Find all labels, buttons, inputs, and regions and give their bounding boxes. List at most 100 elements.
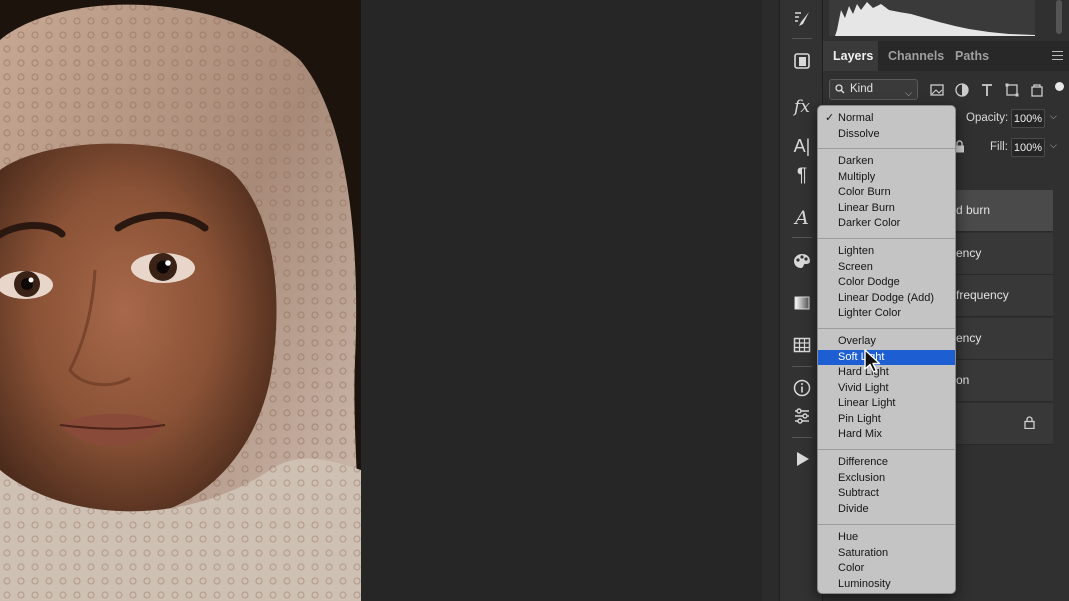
histogram-scrollbar[interactable] — [1056, 0, 1062, 34]
blend-mode-item[interactable]: Luminosity — [818, 577, 955, 593]
libraries-icon[interactable] — [780, 46, 824, 76]
menu-separator — [818, 448, 955, 450]
fill-input[interactable]: 100% — [1011, 138, 1045, 157]
opacity-label: Opacity: — [966, 112, 1009, 124]
blend-mode-label: Luminosity — [838, 577, 891, 590]
blend-mode-label: Normal — [838, 112, 874, 124]
shape-filter-icon[interactable] — [1004, 82, 1020, 98]
blend-mode-item[interactable]: Hard Light — [818, 365, 955, 381]
strip-divider — [792, 366, 812, 367]
opacity-input[interactable]: 100% — [1011, 109, 1045, 128]
blend-mode-item[interactable]: Subtract — [818, 486, 955, 502]
menu-separator — [818, 523, 955, 525]
blend-mode-dropdown-menu: ✓ Normal Dissolve Darken Multiply Color Burn L… — [817, 105, 956, 594]
blend-mode-label: Lighter Color — [838, 307, 901, 319]
checkmark-icon: ✓ — [825, 112, 835, 124]
search-icon — [835, 84, 845, 94]
filter-toggle-icon[interactable] — [1055, 82, 1064, 91]
layer-name: d burn — [956, 203, 991, 217]
document-canvas[interactable] — [0, 0, 762, 601]
filter-kind-label: Kind — [850, 83, 874, 95]
tab-channels[interactable]: Channels — [878, 41, 954, 71]
fill-control: Fill: 100% ⌵ — [949, 137, 1069, 159]
blend-mode-label: Dissolve — [838, 127, 880, 140]
blend-mode-label: Color Dodge — [838, 276, 900, 288]
layer-name: frequency — [956, 288, 1009, 302]
panel-tabs: Layers Channels Paths — [823, 41, 1069, 71]
adjustment-filter-icon[interactable] — [954, 82, 970, 98]
blend-mode-label: Subtract — [838, 487, 879, 499]
blend-mode-label: Linear Light — [838, 397, 896, 409]
blend-mode-label: Overlay — [838, 335, 876, 347]
blend-mode-item[interactable]: Multiply — [818, 170, 955, 186]
menu-separator — [818, 237, 955, 239]
blend-mode-label: Hard Mix — [838, 428, 883, 440]
filter-kind-select[interactable]: Kind ⌵ — [829, 79, 918, 100]
blend-mode-label: Multiply — [838, 170, 876, 183]
strip-divider — [792, 437, 812, 438]
blend-mode-item[interactable]: Divide — [818, 502, 955, 518]
blend-mode-item[interactable]: Dissolve — [818, 127, 955, 143]
smart-object-filter-icon[interactable] — [1029, 82, 1045, 98]
pixel-filter-icon[interactable] — [929, 82, 945, 98]
brush-settings-icon[interactable] — [780, 4, 824, 34]
strip-divider — [792, 237, 812, 238]
blend-mode-label: Screen — [838, 260, 873, 273]
blend-mode-item[interactable]: Screen — [818, 260, 955, 276]
blend-mode-label: Linear Burn — [838, 201, 895, 214]
portrait-photo — [0, 0, 361, 601]
tab-paths[interactable]: Paths — [945, 41, 999, 71]
panel-menu-icon[interactable] — [1052, 51, 1063, 60]
layer-name: ency — [956, 246, 982, 260]
blend-mode-label: Color Burn — [838, 186, 891, 198]
blend-mode-item[interactable]: Linear Dodge (Add) — [818, 291, 955, 307]
blend-mode-item[interactable]: ✓ Normal — [818, 111, 955, 127]
blend-mode-label: Linear Dodge (Add) — [838, 291, 935, 304]
blend-mode-item[interactable]: Darken — [818, 154, 955, 170]
blend-mode-label: Darken — [838, 155, 874, 167]
blend-mode-item[interactable]: Color Burn — [818, 185, 955, 201]
histogram — [829, 0, 1035, 36]
blend-mode-label: Hue — [838, 531, 859, 543]
blend-mode-item[interactable]: Hue — [818, 530, 955, 546]
blend-mode-item[interactable]: Difference — [818, 455, 955, 471]
blend-mode-item[interactable]: Lighten — [818, 244, 955, 260]
layer-name: on — [956, 373, 970, 387]
mouse-pointer-icon — [864, 349, 881, 373]
opacity-control: ⌵ Opacity: 100% ⌵ — [949, 108, 1069, 130]
blend-mode-item[interactable]: Darker Color — [818, 216, 955, 232]
blend-mode-item[interactable]: Color — [818, 561, 955, 577]
blend-mode-item[interactable]: Vivid Light — [818, 381, 955, 397]
blend-mode-item[interactable]: Linear Light — [818, 396, 955, 412]
blend-mode-label: Lighten — [838, 245, 875, 257]
blend-mode-item[interactable]: Color Dodge — [818, 275, 955, 291]
layer-filter-row: Kind ⌵ — [823, 76, 1069, 104]
blend-mode-label: Darker Color — [838, 217, 901, 229]
blend-mode-item[interactable]: Saturation — [818, 546, 955, 562]
blend-mode-item[interactable]: Lighter Color — [818, 306, 955, 322]
layer-name: ency — [956, 331, 982, 345]
blend-mode-item[interactable]: Exclusion — [818, 471, 955, 487]
fill-label: Fill: — [990, 141, 1008, 153]
strip-divider — [792, 38, 812, 39]
blend-mode-label: Pin Light — [838, 412, 881, 425]
blend-mode-label: Vivid Light — [838, 381, 889, 394]
opacity-slider-chevron-icon[interactable]: ⌵ — [1050, 111, 1057, 122]
chevron-down-icon: ⌵ — [905, 88, 912, 98]
blend-mode-item[interactable]: Soft Light — [818, 349, 955, 365]
histogram-graph — [829, 2, 1035, 36]
blend-mode-item[interactable]: Hard Mix — [818, 427, 955, 443]
background-lock-icon — [1024, 416, 1035, 432]
blend-mode-label: Saturation — [838, 546, 889, 559]
tab-layers[interactable]: Layers — [823, 41, 878, 71]
blend-mode-item[interactable]: Pin Light — [818, 412, 955, 428]
type-filter-icon[interactable] — [979, 82, 995, 98]
blend-mode-label: Color — [838, 562, 865, 574]
fill-slider-chevron-icon[interactable]: ⌵ — [1050, 140, 1057, 151]
blend-mode-label: Divide — [838, 502, 869, 515]
blend-mode-item[interactable]: Linear Burn — [818, 201, 955, 217]
blend-mode-label: Difference — [838, 456, 888, 468]
blend-mode-item[interactable]: Overlay — [818, 334, 955, 350]
blend-mode-label: Exclusion — [838, 471, 886, 484]
portrait-illustration — [0, 0, 361, 601]
